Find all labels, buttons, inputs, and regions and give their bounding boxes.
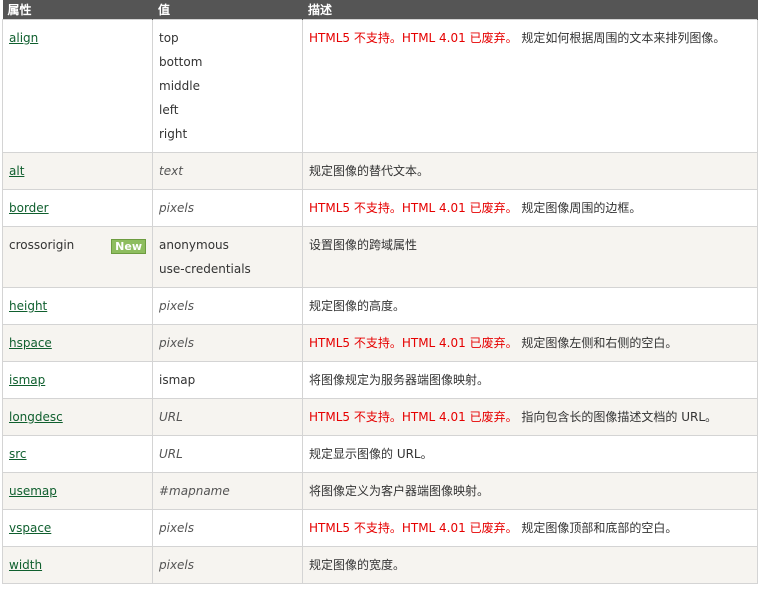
value-item: use-credentials <box>159 262 251 276</box>
desc-cell: 将图像规定为服务器端图像映射。 <box>302 361 758 399</box>
value-cell: URL <box>152 398 303 436</box>
attr-link-usemap[interactable]: usemap <box>9 484 57 498</box>
attr-cell: longdesc <box>2 398 153 436</box>
attr-cell: New crossorigin <box>2 226 153 288</box>
table-row: usemap #mapname 将图像定义为客户器端图像映射。 <box>2 472 758 510</box>
desc-cell: HTML5 不支持。HTML 4.01 已废弃。 规定如何根据周围的文本来排列图… <box>302 19 758 153</box>
attr-name-crossorigin: crossorigin <box>9 238 75 252</box>
attr-link-width[interactable]: width <box>9 558 42 572</box>
attr-cell: height <box>2 287 153 325</box>
attr-cell: alt <box>2 152 153 190</box>
attr-link-border[interactable]: border <box>9 201 49 215</box>
description-text: 指向包含长的图像描述文档的 URL。 <box>521 410 718 424</box>
description-text: 将图像定义为客户器端图像映射。 <box>309 484 490 498</box>
value-item: top <box>159 31 179 45</box>
attr-cell: border <box>2 189 153 227</box>
desc-cell: 将图像定义为客户器端图像映射。 <box>302 472 758 510</box>
attr-link-vspace[interactable]: vspace <box>9 521 51 535</box>
desc-cell: 规定图像的高度。 <box>302 287 758 325</box>
table-row: alt text 规定图像的替代文本。 <box>2 152 758 190</box>
description-text: 规定图像的宽度。 <box>309 558 406 572</box>
table-row: height pixels 规定图像的高度。 <box>2 287 758 325</box>
header-attribute: 属性 <box>2 0 153 20</box>
description-text: 规定图像周围的边框。 <box>521 201 642 215</box>
table-row: longdesc URL HTML5 不支持。HTML 4.01 已废弃。 指向… <box>2 398 758 436</box>
attr-cell: src <box>2 435 153 473</box>
value-cell: URL <box>152 435 303 473</box>
desc-cell: HTML5 不支持。HTML 4.01 已废弃。 规定图像顶部和底部的空白。 <box>302 509 758 547</box>
header-value: 值 <box>152 0 303 20</box>
value-item: anonymous <box>159 238 229 252</box>
table-row: width pixels 规定图像的宽度。 <box>2 546 758 584</box>
new-badge: New <box>111 239 146 254</box>
attr-cell: hspace <box>2 324 153 362</box>
table-row: hspace pixels HTML5 不支持。HTML 4.01 已废弃。 规… <box>2 324 758 362</box>
table-row: border pixels HTML5 不支持。HTML 4.01 已废弃。 规… <box>2 189 758 227</box>
table-row: align top bottom middle left right HTML5… <box>2 19 758 153</box>
value-cell: #mapname <box>152 472 303 510</box>
table-row: src URL 规定显示图像的 URL。 <box>2 435 758 473</box>
attr-cell: vspace <box>2 509 153 547</box>
attr-link-hspace[interactable]: hspace <box>9 336 52 350</box>
attr-link-longdesc[interactable]: longdesc <box>9 410 63 424</box>
desc-cell: HTML5 不支持。HTML 4.01 已废弃。 规定图像周围的边框。 <box>302 189 758 227</box>
description-text: 将图像规定为服务器端图像映射。 <box>309 373 490 387</box>
attr-link-ismap[interactable]: ismap <box>9 373 45 387</box>
attr-cell: usemap <box>2 472 153 510</box>
deprecated-note: HTML5 不支持。HTML 4.01 已废弃。 <box>309 410 518 424</box>
deprecated-note: HTML5 不支持。HTML 4.01 已废弃。 <box>309 336 518 350</box>
attr-cell: width <box>2 546 153 584</box>
desc-cell: 规定图像的宽度。 <box>302 546 758 584</box>
attributes-table: 属性 值 描述 align top bottom middle left rig… <box>2 0 758 584</box>
description-text: 规定图像的高度。 <box>309 299 406 313</box>
deprecated-note: HTML5 不支持。HTML 4.01 已废弃。 <box>309 31 518 45</box>
value-item: right <box>159 127 188 141</box>
value-item: left <box>159 103 179 117</box>
value-cell: ismap <box>152 361 303 399</box>
table-header-row: 属性 值 描述 <box>2 0 758 20</box>
value-item: middle <box>159 79 200 93</box>
desc-cell: HTML5 不支持。HTML 4.01 已废弃。 规定图像左侧和右侧的空白。 <box>302 324 758 362</box>
table-row: New crossorigin anonymous use-credentials… <box>2 226 758 288</box>
desc-cell: HTML5 不支持。HTML 4.01 已废弃。 指向包含长的图像描述文档的 U… <box>302 398 758 436</box>
description-text: 设置图像的跨域属性 <box>309 238 418 252</box>
desc-cell: 规定图像的替代文本。 <box>302 152 758 190</box>
value-cell: top bottom middle left right <box>152 19 303 153</box>
attr-link-align[interactable]: align <box>9 31 38 45</box>
description-text: 规定如何根据周围的文本来排列图像。 <box>521 31 726 45</box>
header-description: 描述 <box>302 0 758 20</box>
value-cell: pixels <box>152 287 303 325</box>
value-cell: pixels <box>152 546 303 584</box>
value-cell: pixels <box>152 189 303 227</box>
value-cell: pixels <box>152 509 303 547</box>
description-text: 规定图像的替代文本。 <box>309 164 430 178</box>
attr-link-src[interactable]: src <box>9 447 27 461</box>
value-cell: text <box>152 152 303 190</box>
desc-cell: 规定显示图像的 URL。 <box>302 435 758 473</box>
value-cell: anonymous use-credentials <box>152 226 303 288</box>
desc-cell: 设置图像的跨域属性 <box>302 226 758 288</box>
table-row: vspace pixels HTML5 不支持。HTML 4.01 已废弃。 规… <box>2 509 758 547</box>
value-item: bottom <box>159 55 203 69</box>
attr-link-alt[interactable]: alt <box>9 164 24 178</box>
value-cell: pixels <box>152 324 303 362</box>
description-text: 规定显示图像的 URL。 <box>309 447 433 461</box>
deprecated-note: HTML5 不支持。HTML 4.01 已废弃。 <box>309 521 518 535</box>
description-text: 规定图像左侧和右侧的空白。 <box>521 336 678 350</box>
attr-cell: align <box>2 19 153 153</box>
description-text: 规定图像顶部和底部的空白。 <box>521 521 678 535</box>
deprecated-note: HTML5 不支持。HTML 4.01 已废弃。 <box>309 201 518 215</box>
attr-cell: ismap <box>2 361 153 399</box>
table-row: ismap ismap 将图像规定为服务器端图像映射。 <box>2 361 758 399</box>
attr-link-height[interactable]: height <box>9 299 47 313</box>
